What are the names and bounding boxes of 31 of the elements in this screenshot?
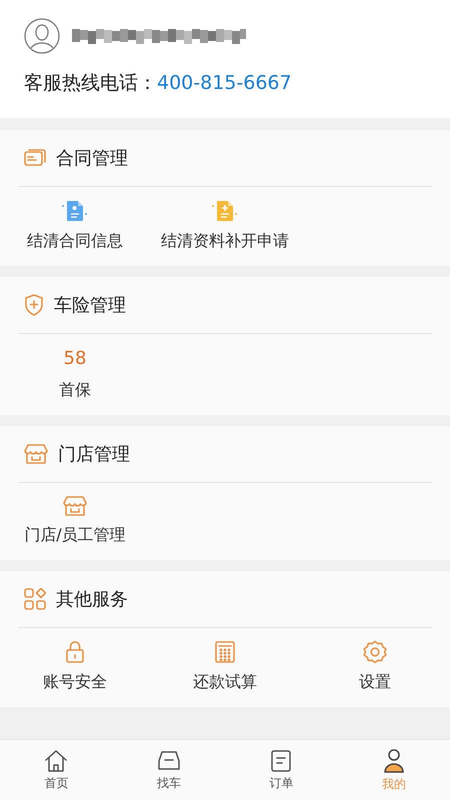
tab[interactable]: 找车	[112, 740, 225, 800]
section-title: 其他服务	[56, 588, 128, 611]
menu-item-label[interactable]: 还款试算	[193, 672, 257, 693]
document-plus-icon	[211, 199, 239, 223]
tab[interactable]: 订单	[225, 740, 338, 800]
store-icon	[24, 443, 48, 465]
tab[interactable]: 首页	[0, 740, 112, 800]
home-icon	[44, 748, 68, 772]
order-list-icon	[270, 748, 292, 772]
lock-icon	[64, 640, 86, 664]
menu-item-label[interactable]: 门店/员工管理	[24, 525, 126, 546]
document-star-icon	[61, 199, 89, 223]
section-title: 合同管理	[56, 147, 128, 170]
menu-item-label[interactable]: 结清合同信息	[27, 231, 123, 252]
menu-item-label[interactable]: 结清资料补开申请	[161, 231, 289, 252]
hotline-number[interactable]: 400-815-6667	[157, 72, 292, 94]
store-icon	[63, 495, 87, 517]
section-title: 门店管理	[58, 443, 130, 466]
calculator-icon	[214, 640, 236, 664]
menu-item-label[interactable]: 首保	[59, 380, 91, 401]
shield-plus-icon	[24, 294, 44, 316]
apps-icon	[24, 588, 46, 610]
car-icon	[156, 748, 182, 772]
card-icon	[24, 149, 46, 167]
settings-icon	[363, 640, 387, 664]
avatar-icon	[24, 18, 60, 54]
hotline-label: 客服热线电话：	[24, 71, 157, 96]
person-icon	[382, 748, 405, 774]
section-title: 车险管理	[54, 294, 126, 317]
menu-item-label[interactable]: 账号安全	[43, 672, 107, 693]
menu-item-label[interactable]: 设置	[359, 672, 391, 693]
